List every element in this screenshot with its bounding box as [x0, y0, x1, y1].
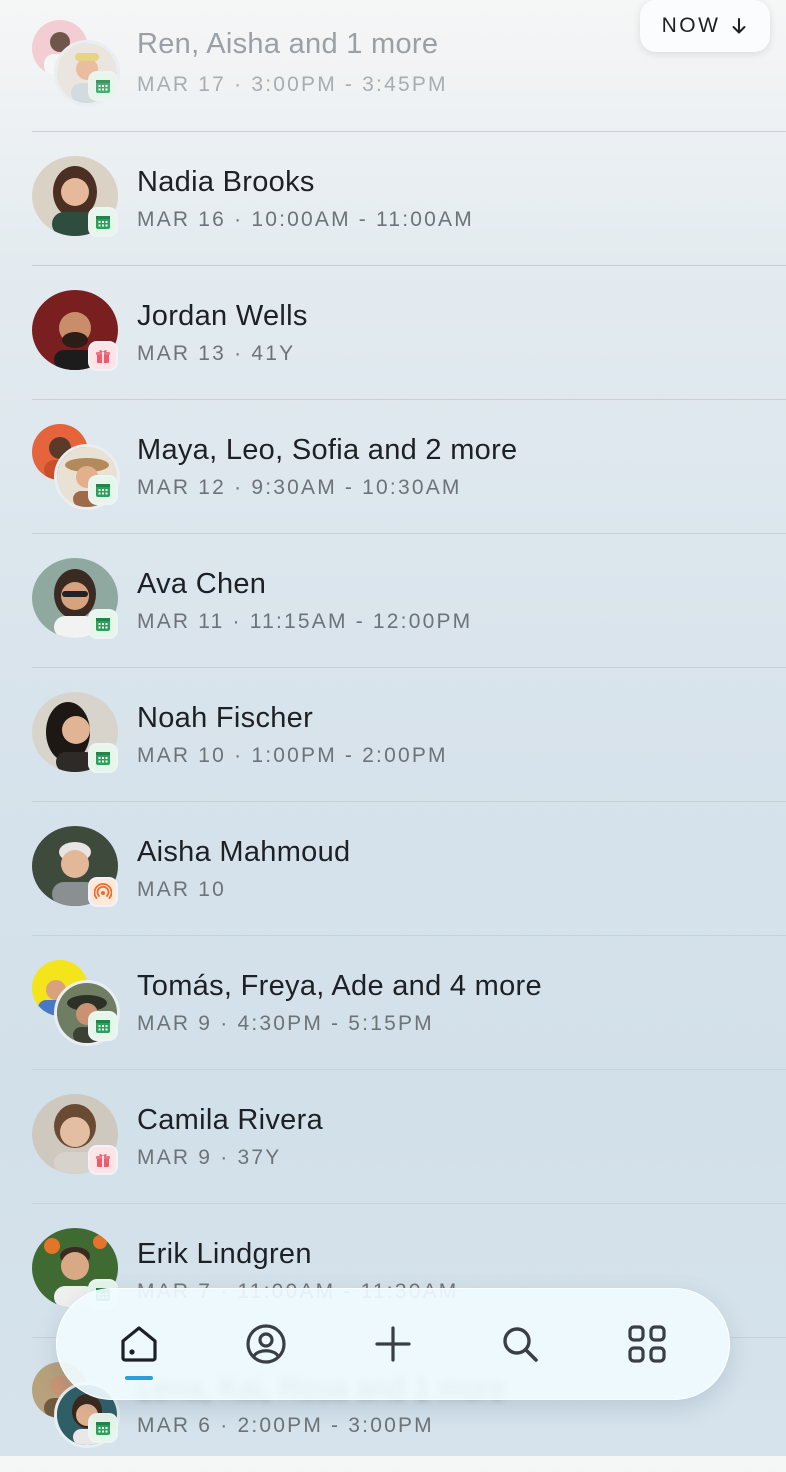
tab-bar [56, 1288, 730, 1400]
event-meta: MAR 12 · 9:30AM - 10:30AM [137, 476, 462, 499]
event-title: Nadia Brooks [137, 166, 315, 198]
list-item[interactable]: Maya, Leo, Sofia and 2 more MAR 12 · 9:3… [0, 400, 786, 534]
gift-icon [90, 343, 116, 369]
event-meta: MAR 16 · 10:00AM - 11:00AM [137, 208, 474, 231]
event-title: Maya, Leo, Sofia and 2 more [137, 434, 518, 466]
calendar-icon [90, 745, 116, 771]
event-title: Aisha Mahmoud [137, 836, 351, 868]
calendar-icon [90, 1415, 116, 1441]
tab-apps[interactable] [607, 1304, 687, 1384]
event-meta: MAR 9 · 4:30PM - 5:15PM [137, 1012, 434, 1035]
plus-icon [375, 1326, 411, 1362]
timeline-list: Ren, Aisha and 1 more MAR 17 · 3:00PM - … [0, 0, 786, 1472]
event-title: Noah Fischer [137, 702, 314, 734]
now-button-label: NOW [661, 14, 721, 37]
profile-icon [246, 1324, 286, 1364]
avatar-container [32, 290, 120, 378]
event-meta: MAR 10 [137, 878, 227, 901]
group-avatar [32, 424, 120, 512]
event-meta: MAR 11 · 11:15AM - 12:00PM [137, 610, 473, 633]
calendar-icon [90, 477, 116, 503]
list-item[interactable]: Tomás, Freya, Ade and 4 more MAR 9 · 4:3… [0, 936, 786, 1070]
event-meta: MAR 9 · 37Y [137, 1146, 282, 1169]
avatar-container [32, 692, 120, 780]
group-avatar [32, 20, 120, 108]
event-title: Camila Rivera [137, 1104, 323, 1136]
calendar-icon [90, 611, 116, 637]
calendar-icon [90, 1013, 116, 1039]
event-meta: MAR 6 · 2:00PM - 3:00PM [137, 1414, 434, 1437]
list-item[interactable]: Jordan Wells MAR 13 · 41Y [0, 266, 786, 400]
event-meta: MAR 10 · 1:00PM - 2:00PM [137, 744, 448, 767]
jump-to-now-button[interactable]: NOW [640, 0, 770, 52]
list-item[interactable]: Noah Fischer MAR 10 · 1:00PM - 2:00PM [0, 668, 786, 802]
avatar-container [32, 156, 120, 244]
calendar-icon [90, 73, 116, 99]
tab-home[interactable] [99, 1304, 179, 1384]
event-meta: MAR 13 · 41Y [137, 342, 296, 365]
list-item[interactable]: Camila Rivera MAR 9 · 37Y [0, 1070, 786, 1204]
event-title: Ava Chen [137, 568, 267, 600]
avatar-container [32, 826, 120, 914]
group-avatar [32, 960, 120, 1048]
event-meta: MAR 17 · 3:00PM - 3:45PM [137, 73, 448, 96]
event-title: Tomás, Freya, Ade and 4 more [137, 970, 542, 1002]
tab-profile[interactable] [226, 1304, 306, 1384]
active-tab-indicator [125, 1376, 154, 1380]
gift-icon [90, 1147, 116, 1173]
tab-search[interactable] [480, 1304, 560, 1384]
grid-icon [627, 1325, 666, 1363]
list-item[interactable]: Ava Chen MAR 11 · 11:15AM - 12:00PM [0, 534, 786, 668]
broadcast-icon [90, 879, 116, 905]
event-title: Erik Lindgren [137, 1238, 312, 1270]
list-item[interactable]: Aisha Mahmoud MAR 10 [0, 802, 786, 936]
tab-add[interactable] [353, 1304, 433, 1384]
calendar-icon [90, 209, 116, 235]
event-title: Ren, Aisha and 1 more [137, 28, 439, 60]
list-item[interactable]: Nadia Brooks MAR 16 · 10:00AM - 11:00AM [0, 132, 786, 266]
home-icon [121, 1326, 157, 1362]
avatar-container [32, 1094, 120, 1182]
avatar-container [32, 558, 120, 646]
arrow-down-icon [732, 18, 746, 34]
search-icon [503, 1327, 538, 1362]
event-title: Jordan Wells [137, 300, 308, 332]
